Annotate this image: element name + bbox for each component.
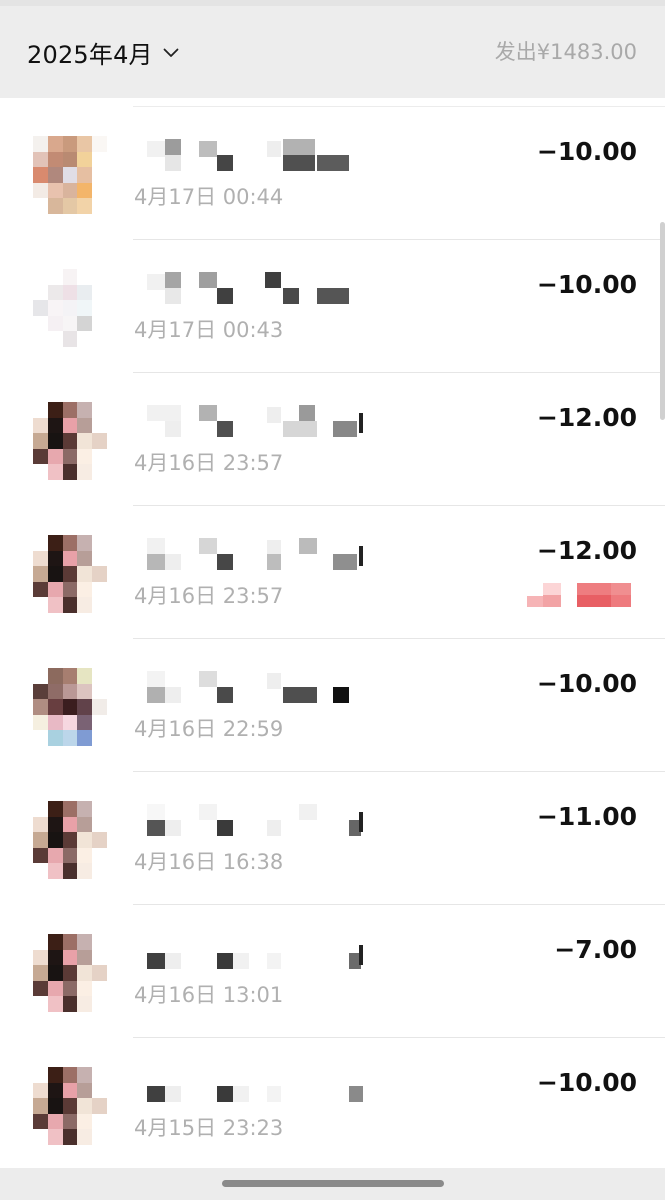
avatar: [33, 269, 107, 347]
transaction-amount: −10.00: [536, 1068, 637, 1097]
transaction-amount: −11.00: [536, 802, 637, 831]
bottom-gesture-bar: [0, 1168, 665, 1200]
header-bar: 2025年4月 发出¥1483.00: [0, 0, 665, 98]
transaction-row[interactable]: 4月17日 00:43 −10.00: [0, 240, 665, 373]
counterparty-name-blurred: [133, 935, 373, 969]
month-label: 2025年4月: [27, 40, 153, 69]
expense-summary: 发出¥1483.00: [494, 40, 637, 64]
counterparty-name-blurred: [133, 536, 373, 570]
transaction-amount: −7.00: [554, 935, 637, 964]
transaction-time: 4月16日 23:57: [134, 584, 284, 608]
transaction-amount: −10.00: [536, 669, 637, 698]
transaction-row[interactable]: 4月15日 23:23 −10.00: [0, 1038, 665, 1171]
transaction-amount: −10.00: [536, 137, 637, 166]
avatar: [33, 934, 107, 1012]
transaction-time: 4月16日 13:01: [134, 983, 284, 1007]
avatar: [33, 1067, 107, 1145]
transaction-time: 4月16日 23:57: [134, 451, 284, 475]
transaction-time: 4月15日 23:23: [134, 1116, 284, 1140]
transaction-time: 4月16日 22:59: [134, 717, 284, 741]
transaction-row[interactable]: 4月16日 22:59 −10.00: [0, 639, 665, 772]
header-top-edge: [0, 0, 665, 6]
transaction-amount: −10.00: [536, 270, 637, 299]
home-indicator[interactable]: [222, 1180, 444, 1187]
avatar: [33, 402, 107, 480]
avatar: [33, 801, 107, 879]
counterparty-name-blurred: [133, 403, 373, 437]
avatar: [33, 136, 107, 214]
counterparty-name-blurred: [133, 802, 373, 836]
transaction-row[interactable]: 4月16日 16:38 −11.00: [0, 772, 665, 905]
transaction-list: 4月17日 00:44 −10.00 4月17日 00:43 −10.00 4月…: [0, 107, 665, 1171]
counterparty-name-blurred: [133, 1068, 373, 1102]
counterparty-name-blurred: [133, 137, 373, 171]
month-picker[interactable]: 2025年4月: [27, 32, 179, 72]
status-tag-blurred: [527, 583, 637, 607]
transaction-row[interactable]: 4月16日 23:57 −12.00: [0, 506, 665, 639]
transaction-row[interactable]: 4月16日 23:57 −12.00: [0, 373, 665, 506]
avatar: [33, 535, 107, 613]
transaction-row[interactable]: 4月16日 13:01 −7.00: [0, 905, 665, 1038]
transaction-row[interactable]: 4月17日 00:44 −10.00: [0, 107, 665, 240]
transaction-time: 4月17日 00:43: [134, 318, 284, 342]
transaction-time: 4月16日 16:38: [134, 850, 284, 874]
counterparty-name-blurred: [133, 270, 373, 304]
transaction-time: 4月17日 00:44: [134, 185, 284, 209]
transaction-amount: −12.00: [536, 536, 637, 565]
scrollbar[interactable]: [660, 222, 665, 420]
transaction-amount: −12.00: [536, 403, 637, 432]
chevron-down-icon: [163, 48, 179, 57]
avatar: [33, 668, 107, 746]
counterparty-name-blurred: [133, 669, 373, 703]
